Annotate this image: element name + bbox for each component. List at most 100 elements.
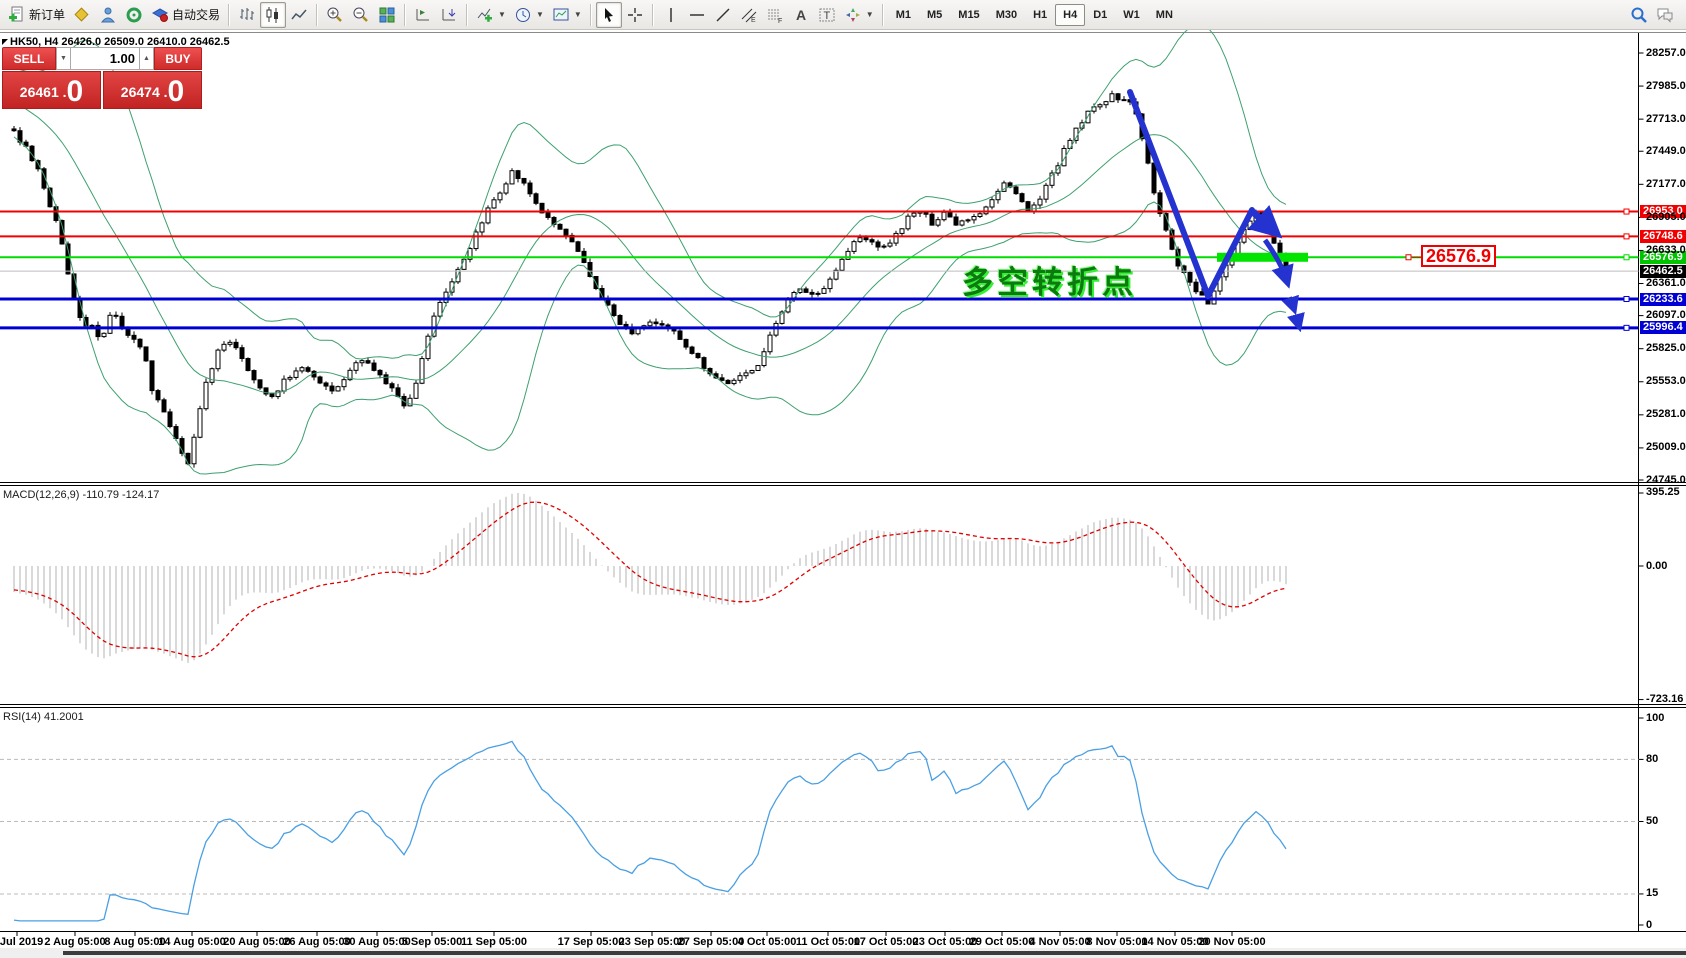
one-click-collapse-toggle[interactable]: [2, 39, 8, 45]
volume-increase-button[interactable]: ▲: [139, 47, 154, 70]
zoom-in-button[interactable]: [322, 2, 348, 28]
price-axis-tick: 25553.0: [1646, 375, 1686, 387]
time-axis-label: 23 Sep 05:00: [619, 936, 686, 948]
text-button[interactable]: A: [788, 2, 814, 28]
indicators-button[interactable]: ▼: [472, 2, 510, 28]
zoom-out-icon: [352, 6, 370, 24]
time-axis-label: 11 Sep 05:00: [461, 936, 527, 948]
crosshair-icon: [626, 6, 644, 24]
price-axis-tick: 27713.0: [1646, 113, 1686, 125]
chevron-down-icon: ▼: [498, 10, 506, 19]
rsi-axis-tick: 50: [1646, 815, 1658, 827]
text-label-button[interactable]: T: [814, 2, 840, 28]
timeframe-button-m30[interactable]: M30: [988, 4, 1025, 26]
vertical-line-button[interactable]: [658, 2, 684, 28]
arrows-button[interactable]: ▼: [840, 2, 878, 28]
trendline-button[interactable]: [710, 2, 736, 28]
horizontal-line-button[interactable]: [684, 2, 710, 28]
data-window-button[interactable]: [95, 2, 121, 28]
main-toolbar: 新订单 自动交易 ▼ ▼ ▼ E F A T ▼: [0, 0, 1686, 30]
price-axis-tick: 27985.0: [1646, 80, 1686, 92]
timeframe-button-mn[interactable]: MN: [1148, 4, 1181, 26]
buy-price-display[interactable]: 26474 .0: [103, 71, 202, 109]
price-axis-tick: 25281.0: [1646, 408, 1686, 420]
timeframe-button-h1[interactable]: H1: [1025, 4, 1055, 26]
candlestick-chart-button[interactable]: [260, 2, 286, 28]
price-axis-tick: 28257.0: [1646, 47, 1686, 59]
templates-button[interactable]: ▼: [548, 2, 586, 28]
crosshair-button[interactable]: [622, 2, 648, 28]
time-axis-label: 30 Aug 05:00: [343, 936, 410, 948]
cursor-icon: [600, 6, 618, 24]
auto-scroll-button[interactable]: [410, 2, 436, 28]
bar-chart-button[interactable]: [234, 2, 260, 28]
timeframe-button-d1[interactable]: D1: [1085, 4, 1115, 26]
navigator-button[interactable]: [121, 2, 147, 28]
market-watch-button[interactable]: [69, 2, 95, 28]
candlestick-icon: [264, 6, 282, 24]
chevron-down-icon: ▼: [866, 10, 874, 19]
cursor-button[interactable]: [596, 2, 622, 28]
time-axis-label: 17 Sep 05:00: [558, 936, 625, 948]
time-axis-label: 4 Nov 05:00: [1029, 936, 1090, 948]
price-axis-tick: 24745.0: [1646, 474, 1686, 486]
timeframe-button-m5[interactable]: M5: [919, 4, 950, 26]
price-axis-tick: 27177.0: [1646, 178, 1686, 190]
tile-windows-button[interactable]: [374, 2, 400, 28]
sell-price-display[interactable]: 26461 .0: [2, 71, 101, 109]
channel-icon: E: [740, 6, 758, 24]
trendline-icon: [714, 6, 732, 24]
swirl-icon: [125, 6, 143, 24]
time-axis-label: 14 Aug 05:00: [158, 936, 225, 948]
separator: [652, 4, 654, 26]
chat-button[interactable]: [1652, 2, 1678, 28]
new-order-button[interactable]: 新订单: [4, 2, 69, 28]
timeframe-button-h4[interactable]: H4: [1055, 4, 1085, 26]
svg-text:F: F: [778, 18, 782, 24]
time-axis-label: 9 Jul 2019: [0, 936, 43, 948]
timeframe-button-m15[interactable]: M15: [950, 4, 987, 26]
chart-annotation-text[interactable]: 多空转折点: [962, 257, 1137, 302]
time-axis-label: 17 Oct 05:00: [854, 936, 919, 948]
buy-button[interactable]: BUY: [154, 47, 202, 70]
macd-axis-tick: 0.00: [1646, 560, 1667, 572]
chevron-down-icon: ▼: [574, 10, 582, 19]
chart-shift-button[interactable]: [436, 2, 462, 28]
clock-icon: [514, 6, 532, 24]
separator: [316, 4, 318, 26]
indicators-icon: [476, 6, 494, 24]
periods-button[interactable]: ▼: [510, 2, 548, 28]
equidistant-channel-button[interactable]: E: [736, 2, 762, 28]
line-chart-icon: [290, 6, 308, 24]
price-line-badge: 26233.6: [1640, 293, 1686, 306]
macd-axis-tick: -723.16: [1646, 693, 1683, 705]
time-axis-label: 23 Oct 05:00: [913, 936, 978, 948]
price-axis-tick: 26633.0: [1646, 244, 1686, 256]
auto-trading-button[interactable]: 自动交易: [147, 2, 224, 28]
new-order-label: 新订单: [29, 6, 65, 23]
h-scrollbar-thumb[interactable]: [63, 951, 1686, 955]
volume-input[interactable]: 1.00: [71, 47, 139, 70]
line-chart-button[interactable]: [286, 2, 312, 28]
text-icon: A: [792, 6, 810, 24]
fibonacci-button[interactable]: F: [762, 2, 788, 28]
chart-canvas[interactable]: [0, 0, 1686, 958]
price-tag-label[interactable]: 26576.9: [1421, 245, 1496, 267]
mt4-window: 新订单 自动交易 ▼ ▼ ▼ E F A T ▼: [0, 0, 1686, 958]
zoom-out-button[interactable]: [348, 2, 374, 28]
volume-decrease-button[interactable]: ▼: [56, 47, 71, 70]
time-axis-label: 26 Aug 05:00: [283, 936, 350, 948]
time-axis-label: 4 Oct 05:00: [738, 936, 797, 948]
auto-trading-icon: [151, 6, 169, 24]
timeframe-button-w1[interactable]: W1: [1115, 4, 1148, 26]
macd-indicator-label: MACD(12,26,9) -110.79 -124.17: [3, 489, 159, 501]
sell-button[interactable]: SELL: [2, 47, 56, 70]
time-axis-label: 20 Aug 05:00: [223, 936, 290, 948]
zoom-in-icon: [326, 6, 344, 24]
search-button[interactable]: [1626, 2, 1652, 28]
arrows-icon: [844, 6, 862, 24]
timeframe-button-m1[interactable]: M1: [888, 4, 919, 26]
person-icon: [99, 6, 117, 24]
price-line-badge: 26748.6: [1640, 230, 1686, 243]
rsi-axis-tick: 80: [1646, 753, 1658, 765]
